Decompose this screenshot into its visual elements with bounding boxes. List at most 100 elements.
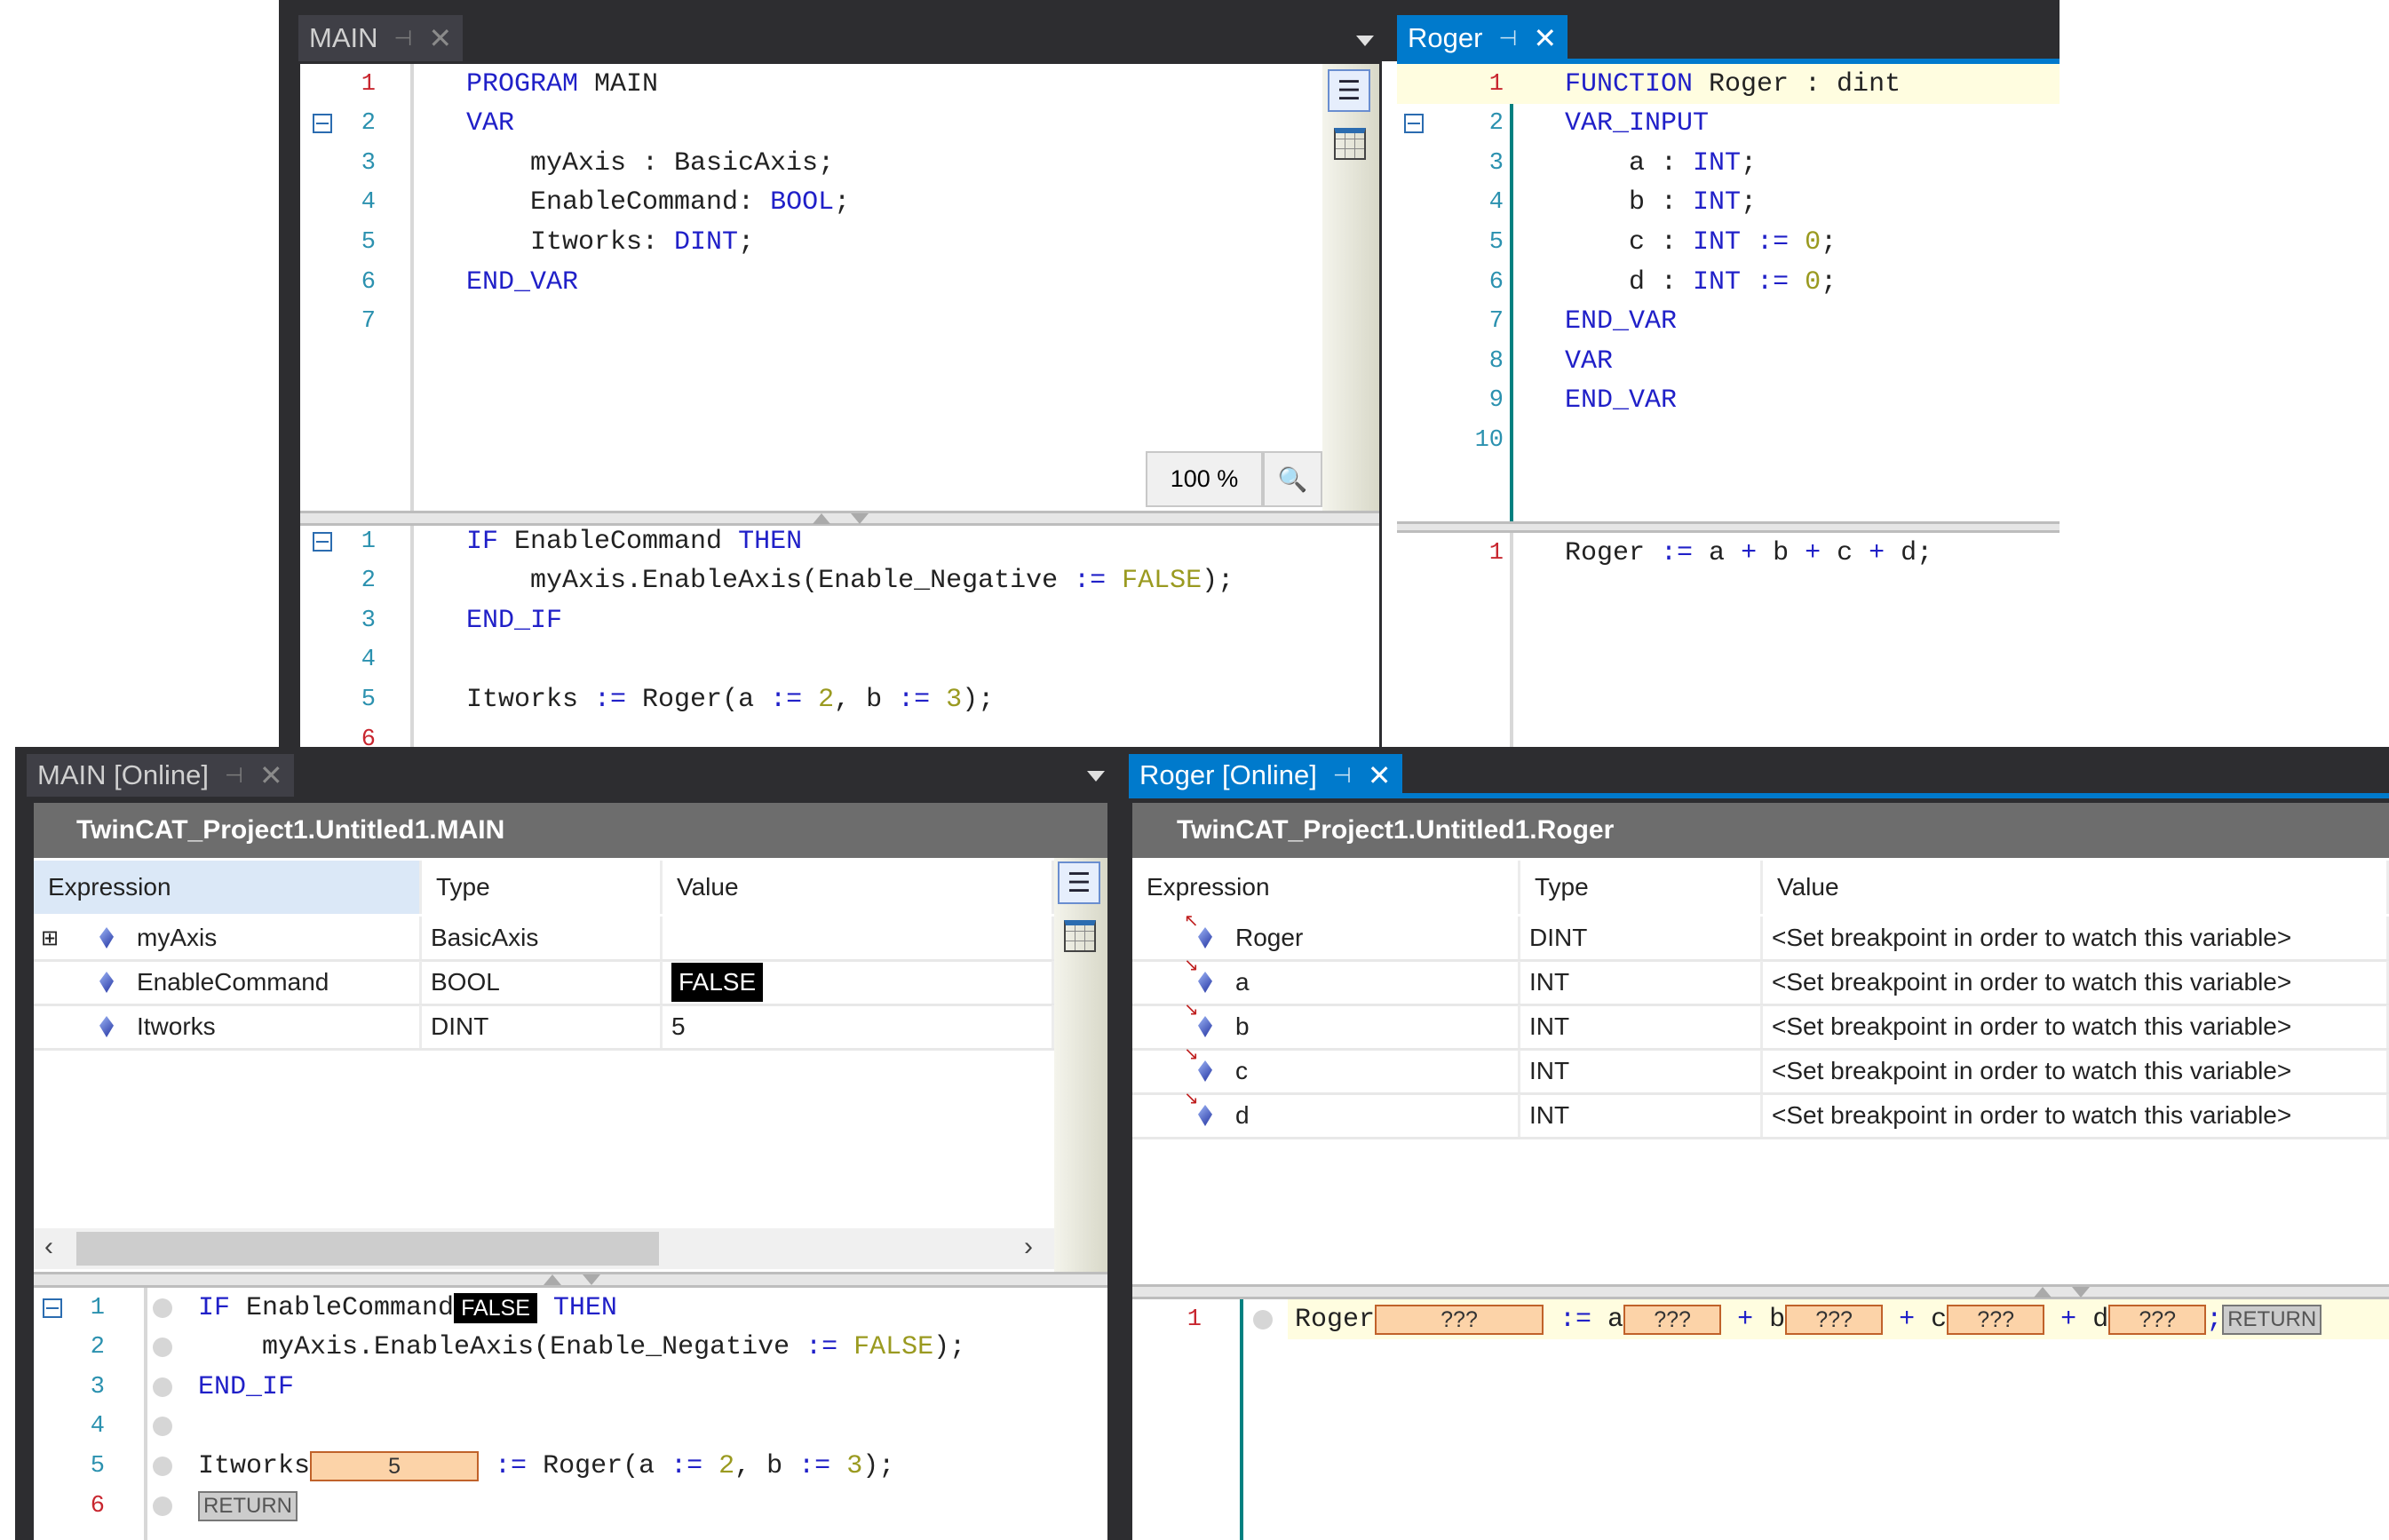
code-text[interactable]: Roger??? := a??? + b??? + c??? + d???; RE… (1295, 1304, 2322, 1335)
code-text[interactable]: FUNCTION Roger : dint (1565, 69, 1901, 99)
table-row[interactable]: ⊞ myAxis BasicAxis (34, 917, 1054, 962)
collapse-icon[interactable] (313, 531, 332, 552)
code-text[interactable]: END_VAR (466, 267, 578, 298)
collapse-icon[interactable] (313, 114, 332, 134)
splitter-up-icon[interactable] (813, 513, 830, 524)
tab-main-online[interactable]: MAIN [Online] ⊣ ✕ (27, 754, 294, 797)
table-row[interactable]: ↘ c INT <Set breakpoint in order to watch t… (1132, 1044, 2389, 1095)
breakpoint-marker-icon[interactable] (153, 1456, 172, 1476)
close-icon[interactable]: ✕ (428, 21, 452, 55)
splitter-up-icon[interactable] (544, 1274, 561, 1285)
value-cell[interactable]: <Set breakpoint in order to watch this v… (1763, 1094, 2389, 1137)
splitter-up-icon[interactable] (2034, 1287, 2052, 1298)
close-icon[interactable]: ✕ (1368, 758, 1392, 792)
breakpoint-marker-icon[interactable] (1253, 1309, 1273, 1330)
horizontal-scrollbar[interactable]: ‹ › (34, 1228, 1054, 1269)
pin-icon[interactable]: ⊣ (1498, 26, 1517, 52)
splitter-down-icon[interactable] (583, 1274, 600, 1285)
textual-view-icon[interactable]: ☰ (1328, 69, 1370, 112)
column-header-expression[interactable]: Expression (34, 861, 422, 914)
expand-icon[interactable]: ⊞ (41, 925, 59, 951)
close-icon[interactable]: ✕ (259, 758, 283, 792)
code-text[interactable]: PROGRAM MAIN (466, 69, 658, 99)
tab-roger[interactable]: Roger ⊣ ✕ (1397, 15, 1568, 61)
breakpoint-marker-icon[interactable] (153, 1417, 172, 1437)
table-row[interactable]: EnableCommand BOOL FALSE (34, 961, 1054, 1006)
code-text[interactable]: END_IF (466, 606, 562, 636)
scrollbar-thumb[interactable] (76, 1232, 659, 1266)
code-text[interactable]: b : INT; (1565, 187, 1757, 218)
close-icon[interactable]: ✕ (1533, 21, 1557, 55)
code-text[interactable]: END_VAR (1565, 385, 1677, 416)
value-cell[interactable]: FALSE (663, 961, 1054, 1004)
roger-implementation-pane[interactable]: 1 Roger := a + b + c + d; (1397, 533, 2060, 747)
column-header-expression[interactable]: Expression (1132, 861, 1520, 914)
zoom-magnifier-icon[interactable]: 🔍 (1263, 451, 1322, 507)
main-online-code-pane[interactable]: 1 IF EnableCommand FALSE THEN 2 myAxis.Enab… (34, 1288, 1107, 1540)
code-text[interactable]: RETURN (198, 1490, 298, 1521)
table-row[interactable]: Itworks DINT 5 (34, 1005, 1054, 1051)
collapse-icon[interactable] (43, 1298, 62, 1318)
collapse-icon[interactable] (1404, 114, 1424, 134)
code-text[interactable]: VAR (1565, 346, 1613, 377)
table-row[interactable]: ↘ b INT <Set breakpoint in order to watch t… (1132, 1000, 2389, 1051)
breakpoint-marker-icon[interactable] (153, 1377, 172, 1397)
table-row[interactable]: ↖ Roger DINT <Set breakpoint in order to wa… (1132, 911, 2389, 962)
table-row[interactable]: ↘ a INT <Set breakpoint in order to watch t… (1132, 956, 2389, 1006)
value-cell[interactable]: <Set breakpoint in order to watch this v… (1763, 1005, 2389, 1048)
code-text[interactable]: a : INT; (1565, 148, 1757, 179)
code-text[interactable]: VAR (466, 108, 514, 139)
splitter-down-icon[interactable] (2072, 1287, 2090, 1298)
column-header-type[interactable]: Type (422, 861, 663, 914)
pane-splitter[interactable] (34, 1272, 1107, 1288)
zoom-level[interactable]: 100 % (1146, 451, 1263, 507)
tabular-view-icon[interactable] (1334, 128, 1366, 160)
column-header-value[interactable]: Value (663, 861, 1054, 914)
value-cell[interactable]: <Set breakpoint in order to watch this v… (1763, 917, 2389, 959)
code-text[interactable]: myAxis : BasicAxis; (466, 148, 834, 179)
code-text[interactable]: myAxis.EnableAxis(Enable_Negative := FAL… (198, 1332, 965, 1362)
tabular-view-icon[interactable] (1064, 920, 1096, 952)
code-text[interactable]: Roger := a + b + c + d; (1565, 538, 1933, 568)
code-text[interactable]: VAR_INPUT (1565, 108, 1709, 139)
tab-main[interactable]: MAIN ⊣ ✕ (298, 15, 464, 61)
scroll-left-icon[interactable]: ‹ (44, 1232, 53, 1262)
tab-roger-online[interactable]: Roger [Online] ⊣ ✕ (1129, 754, 1402, 797)
code-text[interactable]: Itworks := Roger(a := 2, b := 3); (466, 685, 994, 715)
code-text[interactable]: END_VAR (1565, 306, 1677, 337)
pane-splitter[interactable] (1132, 1284, 2389, 1299)
textual-view-icon[interactable]: ☰ (1058, 861, 1100, 904)
table-row[interactable]: ↘ d INT <Set breakpoint in order to watch t… (1132, 1089, 2389, 1139)
code-text[interactable]: IF EnableCommand FALSE THEN (198, 1292, 617, 1323)
breakpoint-marker-icon[interactable] (153, 1496, 172, 1516)
breakpoint-marker-icon[interactable] (153, 1338, 172, 1358)
pin-icon[interactable]: ⊣ (394, 26, 413, 52)
column-header-type[interactable]: Type (1520, 861, 1763, 914)
splitter-down-icon[interactable] (851, 513, 869, 524)
value-cell[interactable] (663, 917, 1054, 959)
column-header-value[interactable]: Value (1763, 861, 2389, 914)
scroll-right-icon[interactable]: › (1024, 1232, 1033, 1262)
main-declaration-pane[interactable]: 1 PROGRAM MAIN 2 VAR 3 myAxis : BasicAxis; 4 … (300, 64, 1322, 511)
pin-icon[interactable]: ⊣ (1333, 763, 1352, 789)
value-cell[interactable]: <Set breakpoint in order to watch this v… (1763, 1050, 2389, 1092)
code-text[interactable]: IF EnableCommand THEN (466, 527, 802, 557)
code-text[interactable]: Itworks 5 := Roger(a := 2, b := 3); (198, 1450, 894, 1481)
breakpoint-marker-icon[interactable] (153, 1298, 172, 1318)
code-text[interactable]: d : INT := 0; (1565, 267, 1837, 298)
main-implementation-pane[interactable]: 1 IF EnableCommand THEN 2 myAxis.EnableAxi… (300, 526, 1379, 747)
code-text[interactable]: EnableCommand: BOOL; (466, 187, 850, 218)
code-text[interactable]: myAxis.EnableAxis(Enable_Negative := FAL… (466, 566, 1234, 596)
roger-declaration-pane[interactable]: 1 FUNCTION Roger : dint 2 VAR_INPUT 3 a : IN… (1397, 64, 2060, 521)
roger-online-code-pane[interactable]: 1 Roger??? := a??? + b??? + c??? + d???; R… (1132, 1299, 2389, 1540)
pin-icon[interactable]: ⊣ (225, 763, 243, 789)
value-cell[interactable]: <Set breakpoint in order to watch this v… (1763, 961, 2389, 1004)
chevron-down-icon[interactable] (1356, 36, 1374, 46)
pane-splitter[interactable] (1397, 521, 2060, 533)
code-text[interactable]: Itworks: DINT; (466, 227, 754, 258)
code-text[interactable]: c : INT := 0; (1565, 227, 1837, 258)
pane-splitter[interactable] (300, 511, 1379, 526)
value-cell[interactable]: 5 (663, 1005, 1054, 1048)
chevron-down-icon[interactable] (1087, 771, 1105, 782)
code-text[interactable]: END_IF (198, 1372, 294, 1402)
